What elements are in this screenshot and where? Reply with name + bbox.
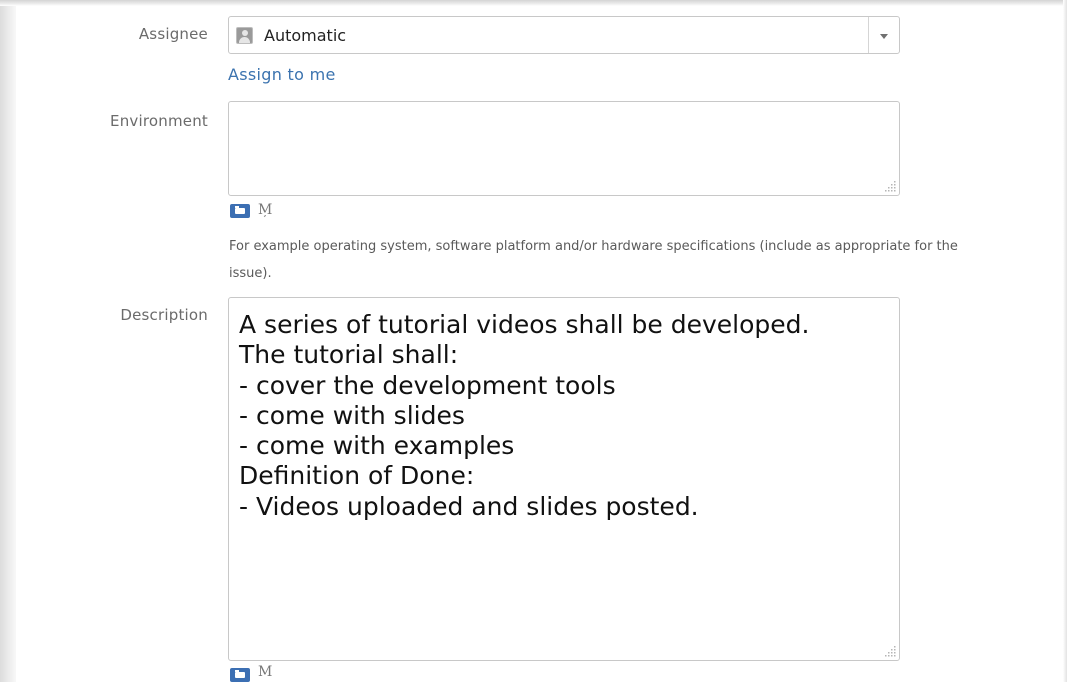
environment-label: Environment bbox=[110, 112, 208, 130]
environment-help-text: For example operating system, software p… bbox=[229, 239, 958, 281]
window-edge-shadow-left bbox=[0, 0, 16, 682]
user-avatar-icon bbox=[236, 27, 253, 44]
issue-form: Assignee Automatic Assign to me Environm… bbox=[0, 0, 1067, 682]
environment-textarea[interactable] bbox=[228, 101, 900, 196]
attachment-folder-icon[interactable] bbox=[230, 204, 250, 218]
assignee-select[interactable]: Automatic bbox=[228, 16, 900, 54]
markup-icon[interactable]: M bbox=[258, 664, 272, 680]
window-edge-shadow-top bbox=[0, 0, 1067, 6]
assignee-selected-value: Automatic bbox=[264, 26, 347, 45]
select-divider bbox=[868, 17, 869, 53]
window-edge-shadow-right bbox=[1063, 0, 1067, 682]
chevron-down-icon[interactable] bbox=[880, 34, 888, 39]
description-textarea[interactable]: A series of tutorial videos shall be dev… bbox=[228, 297, 900, 661]
resize-handle-icon[interactable] bbox=[883, 179, 897, 193]
markup-icon[interactable]: M̦ bbox=[258, 202, 272, 218]
description-label: Description bbox=[120, 306, 208, 324]
assignee-label: Assignee bbox=[138, 25, 208, 43]
assign-to-me-link[interactable]: Assign to me bbox=[228, 65, 336, 84]
attachment-folder-icon[interactable] bbox=[230, 668, 250, 682]
description-value: A series of tutorial videos shall be dev… bbox=[239, 310, 810, 521]
resize-handle-icon[interactable] bbox=[883, 644, 897, 658]
